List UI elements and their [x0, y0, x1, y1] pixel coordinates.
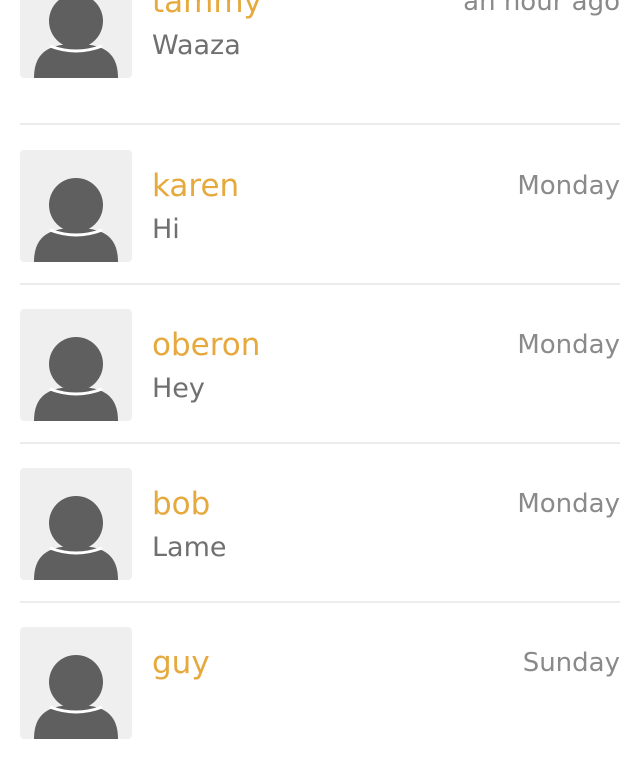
- avatar: [20, 150, 132, 262]
- conversation-row-guy[interactable]: guy Sunday: [20, 603, 620, 762]
- conversation-row-karen[interactable]: karen Hi Monday: [20, 126, 620, 285]
- user-silhouette-icon: [34, 496, 118, 580]
- avatar: [20, 309, 132, 421]
- message-time: Monday: [517, 489, 620, 519]
- conversation-row-tammy[interactable]: tammy Waaza an hour ago: [20, 0, 620, 125]
- contact-name: karen: [152, 168, 240, 204]
- user-silhouette-icon: [34, 178, 118, 262]
- last-message: Waaza: [152, 30, 241, 61]
- last-message: Hi: [152, 214, 180, 245]
- conversation-row-oberon[interactable]: oberon Hey Monday: [20, 285, 620, 444]
- contact-name: guy: [152, 645, 210, 681]
- conversation-row-bob[interactable]: bob Lame Monday: [20, 444, 620, 603]
- user-silhouette-icon: [34, 655, 118, 739]
- contact-name: tammy: [152, 0, 262, 20]
- avatar: [20, 468, 132, 580]
- user-silhouette-icon: [34, 0, 118, 78]
- last-message: Hey: [152, 373, 205, 404]
- user-silhouette-icon: [34, 337, 118, 421]
- conversation-list: tammy Waaza an hour ago karen Hi Monday …: [0, 0, 640, 762]
- avatar: [20, 0, 132, 78]
- contact-name: oberon: [152, 327, 261, 363]
- avatar: [20, 627, 132, 739]
- message-time: Monday: [517, 171, 620, 201]
- message-time: an hour ago: [463, 0, 620, 17]
- message-time: Sunday: [522, 648, 620, 678]
- last-message: Lame: [152, 532, 227, 563]
- contact-name: bob: [152, 486, 211, 522]
- message-time: Monday: [517, 330, 620, 360]
